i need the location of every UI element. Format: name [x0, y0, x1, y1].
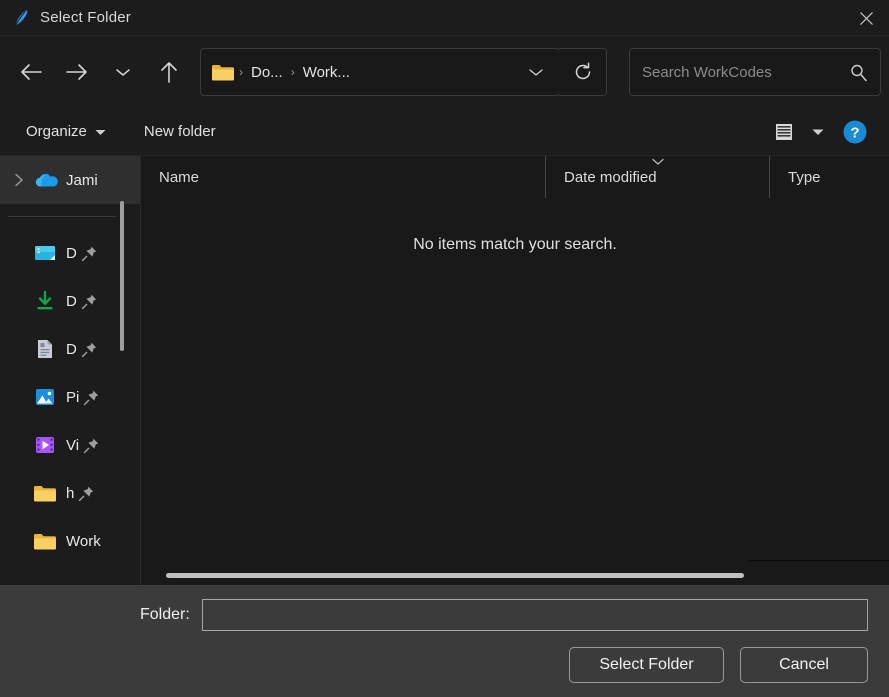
sidebar-item-folder-h[interactable]: h: [0, 469, 140, 517]
column-header-name[interactable]: Name: [141, 156, 545, 198]
sidebar-item-label-folder-work: Work: [66, 532, 101, 550]
pin-icon-pictures[interactable]: [83, 389, 100, 406]
search-box[interactable]: [629, 48, 881, 96]
back-arrow-icon[interactable]: [8, 49, 54, 95]
column-header-name-label: Name: [159, 168, 200, 186]
sidebar-item-label-documents: D: [66, 340, 77, 358]
toolbar-right-group: ?: [767, 115, 875, 149]
address-area: › Do... › Work...: [192, 48, 607, 96]
sidebar-item-label-videos: Vi: [66, 436, 80, 454]
recent-locations-chevron-down-icon[interactable]: [100, 49, 146, 95]
organize-caret-down-icon: [95, 123, 106, 140]
breadcrumb-separator-0: ›: [239, 65, 243, 79]
window-title: Select Folder: [40, 9, 131, 26]
search-input[interactable]: [642, 63, 841, 81]
new-folder-button[interactable]: New folder: [136, 118, 224, 145]
sidebar-item-folder-work[interactable]: Work: [0, 517, 140, 565]
onedrive-cloud-icon: [30, 171, 60, 189]
sidebar-item-documents[interactable]: D: [0, 325, 140, 373]
organize-button[interactable]: Organize: [18, 118, 114, 145]
folder-input[interactable]: [201, 599, 868, 631]
file-list[interactable]: No items match your search.: [141, 198, 889, 585]
title-bar: Select Folder: [0, 0, 889, 36]
pin-icon-folder-h[interactable]: [78, 485, 95, 502]
sidebar-item-videos[interactable]: Vi: [0, 421, 140, 469]
breadcrumb-item-0[interactable]: Do...: [245, 62, 289, 83]
help-button[interactable]: ?: [835, 115, 875, 149]
pane-edge-line: [749, 560, 889, 561]
downloads-icon: [30, 290, 60, 312]
forward-arrow-icon[interactable]: [54, 49, 100, 95]
dialog-body: Jami D D D Pi Vi h Work Name Date modifi…: [0, 156, 889, 585]
sidebar-item-label-desktop: D: [66, 244, 77, 262]
feather-icon: [6, 8, 36, 27]
folder-field-row: Folder:: [0, 599, 871, 631]
sort-chevron-up-icon: [650, 153, 666, 170]
new-folder-label: New folder: [143, 123, 216, 140]
up-arrow-icon[interactable]: [146, 49, 192, 95]
pictures-icon: [30, 386, 60, 408]
expand-chevron-right-icon[interactable]: [8, 173, 30, 187]
folder-icon: [211, 63, 235, 82]
search-icon[interactable]: [849, 63, 868, 82]
column-header-date-modified[interactable]: Date modified: [545, 156, 769, 198]
command-toolbar: Organize New folder ?: [0, 108, 889, 156]
desktop-icon: [30, 243, 60, 263]
navigation-bar: › Do... › Work...: [0, 36, 889, 108]
folder-icon: [30, 484, 60, 503]
address-chevron-down-icon[interactable]: [519, 52, 553, 92]
select-folder-button[interactable]: Select Folder: [569, 647, 724, 683]
breadcrumb-item-1[interactable]: Work...: [297, 62, 356, 83]
column-headers: Name Date modified Type: [141, 156, 889, 198]
pin-icon-downloads[interactable]: [81, 293, 98, 310]
breadcrumb[interactable]: › Do... › Work...: [200, 48, 560, 96]
refresh-icon[interactable]: [559, 48, 607, 96]
folder-label: Folder:: [140, 606, 190, 623]
column-header-type[interactable]: Type: [769, 156, 889, 198]
column-header-date-modified-label: Date modified: [564, 168, 657, 186]
sidebar-item-label-onedrive: Jami: [66, 171, 98, 189]
pin-icon-videos[interactable]: [83, 437, 100, 454]
horizontal-scrollbar[interactable]: [141, 567, 889, 585]
svg-text:?: ?: [850, 124, 859, 141]
navigation-sidebar: Jami D D D Pi Vi h Work: [0, 156, 140, 585]
layout-caret-down-icon[interactable]: [805, 115, 831, 149]
column-header-type-label: Type: [788, 168, 821, 186]
footer-button-row: Select Folder Cancel: [0, 647, 871, 683]
pin-icon-documents[interactable]: [81, 341, 98, 358]
documents-icon: [30, 338, 60, 360]
videos-icon: [30, 434, 60, 456]
sidebar-item-label-folder-h: h: [66, 484, 75, 502]
close-icon[interactable]: [843, 0, 889, 36]
sidebar-divider: [8, 216, 116, 217]
empty-state-message: No items match your search.: [413, 236, 617, 253]
sidebar-item-pictures[interactable]: Pi: [0, 373, 140, 421]
sidebar-item-label-downloads: D: [66, 292, 77, 310]
sidebar-item-downloads[interactable]: D: [0, 277, 140, 325]
sidebar-scrollbar[interactable]: [120, 201, 124, 351]
pin-icon-desktop[interactable]: [81, 245, 98, 262]
horizontal-scrollbar-thumb[interactable]: [166, 573, 744, 578]
dialog-footer: Folder: Select Folder Cancel: [0, 585, 889, 697]
file-list-pane: Name Date modified Type No items match y…: [140, 156, 889, 585]
sidebar-item-desktop[interactable]: D: [0, 229, 140, 277]
organize-label: Organize: [26, 123, 87, 140]
select-folder-dialog: Select Folder › Do... › Work... Search W…: [0, 0, 889, 697]
cancel-button[interactable]: Cancel: [740, 647, 868, 683]
sidebar-item-label-pictures: Pi: [66, 388, 80, 406]
folder-icon: [30, 532, 60, 551]
breadcrumb-separator-1: ›: [290, 65, 295, 79]
sidebar-item-onedrive[interactable]: Jami: [0, 156, 140, 204]
list-view-icon[interactable]: [767, 115, 801, 149]
